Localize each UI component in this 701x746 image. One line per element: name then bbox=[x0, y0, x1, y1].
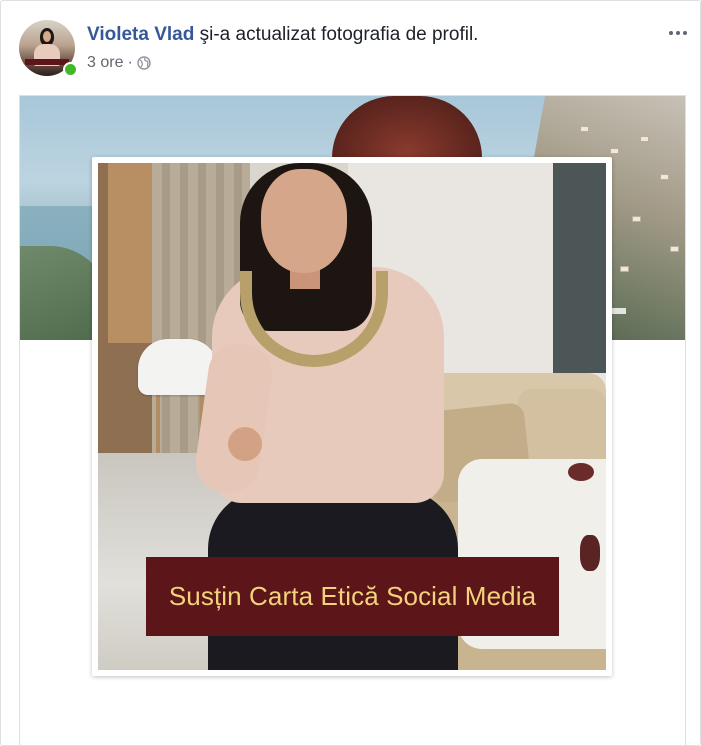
author-name-link[interactable]: Violeta Vlad bbox=[87, 24, 194, 45]
cover-house bbox=[620, 266, 629, 272]
cover-house bbox=[670, 246, 679, 252]
avatar-banner bbox=[25, 59, 69, 65]
online-status-indicator bbox=[63, 62, 78, 77]
post-header: Violeta Vlad şi-a actualizat fotografia … bbox=[87, 24, 478, 46]
cover-hair bbox=[332, 96, 482, 158]
post-meta: 3 ore · bbox=[87, 54, 151, 72]
profile-frame-caption: Susțin Carta Etică Social Media bbox=[168, 581, 537, 611]
scene-flower bbox=[580, 535, 600, 571]
person-face bbox=[261, 169, 347, 273]
profile-frame-banner: Susțin Carta Etică Social Media bbox=[146, 557, 559, 636]
feed-post-card: Violeta Vlad şi-a actualizat fotografia … bbox=[0, 0, 701, 746]
more-dot bbox=[669, 31, 673, 35]
profile-photo[interactable]: Susțin Carta Etică Social Media bbox=[92, 157, 612, 676]
scene-door bbox=[108, 163, 152, 343]
globe-icon[interactable] bbox=[137, 56, 151, 70]
more-dot bbox=[676, 31, 680, 35]
scene-window bbox=[553, 163, 606, 373]
person-hand bbox=[228, 427, 262, 461]
meta-separator: · bbox=[127, 54, 133, 71]
cover-house bbox=[632, 216, 641, 222]
post-timestamp[interactable]: 3 ore bbox=[87, 54, 123, 72]
cover-house bbox=[640, 136, 649, 142]
cover-house bbox=[580, 126, 589, 132]
more-options-icon[interactable] bbox=[666, 23, 690, 43]
profile-photo-image: Susțin Carta Etică Social Media bbox=[98, 163, 606, 670]
scene-chair-leg bbox=[156, 389, 160, 453]
post-action-text: şi-a actualizat fotografia de profil. bbox=[194, 24, 479, 45]
scene-flower bbox=[568, 463, 594, 481]
cover-house bbox=[660, 174, 669, 180]
cover-house bbox=[610, 148, 619, 154]
more-dot bbox=[683, 31, 687, 35]
avatar-face bbox=[43, 31, 51, 42]
